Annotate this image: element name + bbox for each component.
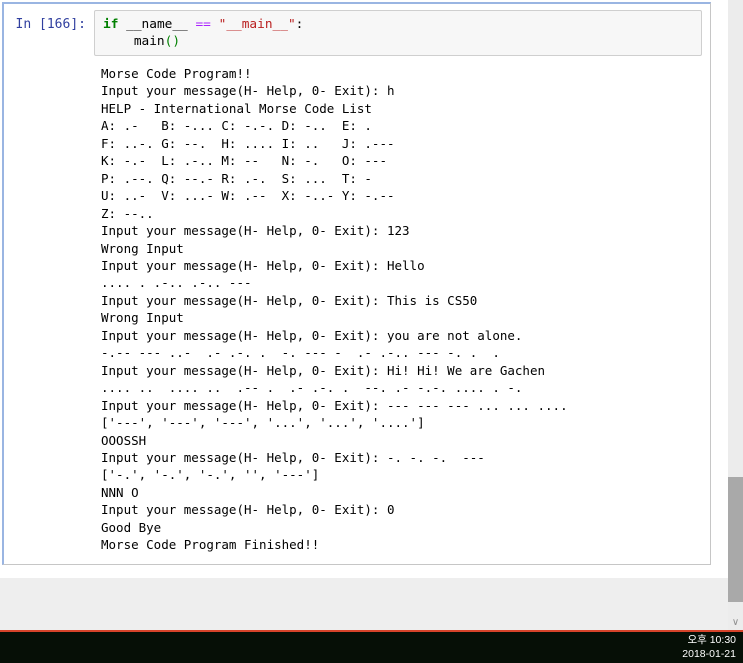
windows-taskbar: 오후 10:30 2018-01-21 — [0, 632, 743, 663]
code-line-2: main() — [103, 33, 693, 50]
cell-input-row: In [166]: if __name__ == "__main__": mai… — [4, 4, 710, 56]
code-call-name: main — [103, 34, 165, 49]
scrollbar-track[interactable]: ∨ — [728, 0, 743, 630]
clock-date: 2018-01-21 — [682, 647, 736, 660]
window-bottom-band — [0, 578, 728, 630]
code-editor[interactable]: if __name__ == "__main__": main() — [94, 10, 702, 56]
code-line-1: if __name__ == "__main__": — [103, 16, 693, 33]
taskbar-clock[interactable]: 오후 10:30 2018-01-21 — [682, 634, 736, 661]
cell-output-area: Morse Code Program!! Input your message(… — [101, 65, 710, 554]
input-prompt: In [166]: — [15, 17, 86, 32]
program-output-text: Morse Code Program!! Input your message(… — [101, 66, 568, 553]
chevron-down-icon: ∨ — [731, 616, 740, 628]
code-name: __name__ — [118, 17, 196, 32]
code-string: "__main__" — [218, 17, 296, 32]
code-matched-brackets: () — [164, 34, 181, 49]
scrollbar-down-button[interactable]: ∨ — [728, 615, 743, 629]
notebook-cell[interactable]: In [166]: if __name__ == "__main__": mai… — [2, 2, 711, 565]
notebook-page: In [166]: if __name__ == "__main__": mai… — [0, 0, 743, 663]
clock-time: 오후 10:30 — [687, 634, 736, 646]
code-colon: : — [295, 17, 304, 32]
scrollbar-thumb[interactable] — [728, 477, 743, 602]
code-operator: == — [195, 17, 211, 32]
code-keyword: if — [103, 17, 119, 32]
